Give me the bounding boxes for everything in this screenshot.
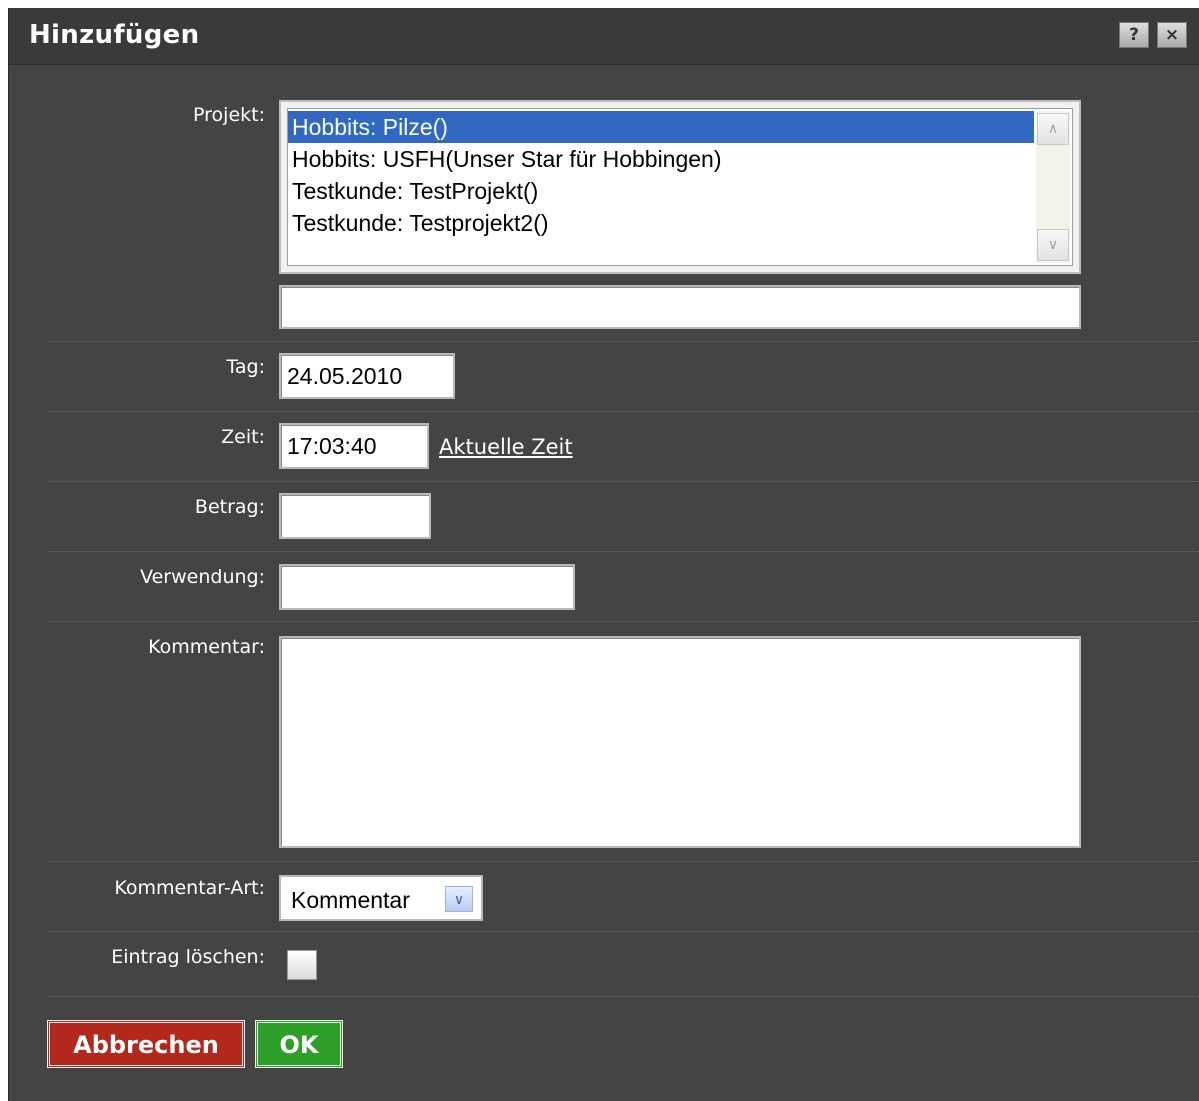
tag-label: Tag: <box>226 356 265 378</box>
delete-entry-checkbox[interactable] <box>287 950 317 980</box>
divider <box>49 996 1199 997</box>
projekt-listbox[interactable]: Hobbits: Pilze() Hobbits: USFH(Unser Sta… <box>279 100 1081 274</box>
zeit-value: 17:03:40 <box>287 433 377 459</box>
scroll-up-icon[interactable]: ∧ <box>1037 113 1069 145</box>
ok-button[interactable]: OK <box>255 1020 343 1068</box>
betrag-input[interactable] <box>279 493 431 539</box>
close-button[interactable]: × <box>1157 22 1187 48</box>
add-dialog: Hinzufügen ? × Projekt: Hobbits: Pilze()… <box>8 8 1199 1101</box>
projekt-list: Hobbits: Pilze() Hobbits: USFH(Unser Sta… <box>287 108 1073 266</box>
betrag-label: Betrag: <box>194 496 265 518</box>
dialog-title: Hinzufügen <box>29 20 200 50</box>
dialog-titlebar: Hinzufügen ? × <box>9 8 1199 65</box>
tag-input[interactable]: 24.05.2010 <box>279 353 455 399</box>
verwendung-input[interactable] <box>279 564 575 610</box>
current-time-link[interactable]: Aktuelle Zeit <box>439 435 573 459</box>
cancel-button[interactable]: Abbrechen <box>47 1020 245 1068</box>
zeit-input[interactable]: 17:03:40 <box>279 423 429 469</box>
divider <box>49 481 1199 482</box>
verwendung-label: Verwendung: <box>140 566 265 588</box>
tag-value: 24.05.2010 <box>287 363 403 389</box>
kommentar-art-value: Kommentar <box>291 887 410 913</box>
projekt-option[interactable]: Testkunde: Testprojekt2() <box>288 207 1034 239</box>
divider <box>49 861 1199 862</box>
help-button[interactable]: ? <box>1119 22 1149 48</box>
divider <box>49 341 1199 342</box>
scroll-down-icon[interactable]: ∨ <box>1037 229 1069 261</box>
kommentar-art-select[interactable]: Kommentar ∨ <box>279 875 483 921</box>
kommentar-art-label: Kommentar-Art: <box>114 877 265 899</box>
projekt-option[interactable]: Testkunde: TestProjekt() <box>288 175 1034 207</box>
delete-entry-label: Eintrag löschen: <box>111 946 265 968</box>
divider <box>49 931 1199 932</box>
projekt-filter-input[interactable] <box>279 285 1081 329</box>
kommentar-label: Kommentar: <box>148 636 265 658</box>
chevron-down-icon[interactable]: ∨ <box>445 886 473 912</box>
projekt-option[interactable]: Hobbits: USFH(Unser Star für Hobbingen) <box>288 143 1034 175</box>
projekt-option[interactable]: Hobbits: Pilze() <box>288 111 1034 143</box>
projekt-scrollbar[interactable]: ∧ ∨ <box>1036 111 1070 263</box>
divider <box>49 551 1199 552</box>
projekt-label: Projekt: <box>193 104 265 126</box>
zeit-label: Zeit: <box>221 426 265 448</box>
divider <box>49 621 1199 622</box>
divider <box>49 411 1199 412</box>
kommentar-textarea[interactable] <box>279 636 1081 848</box>
